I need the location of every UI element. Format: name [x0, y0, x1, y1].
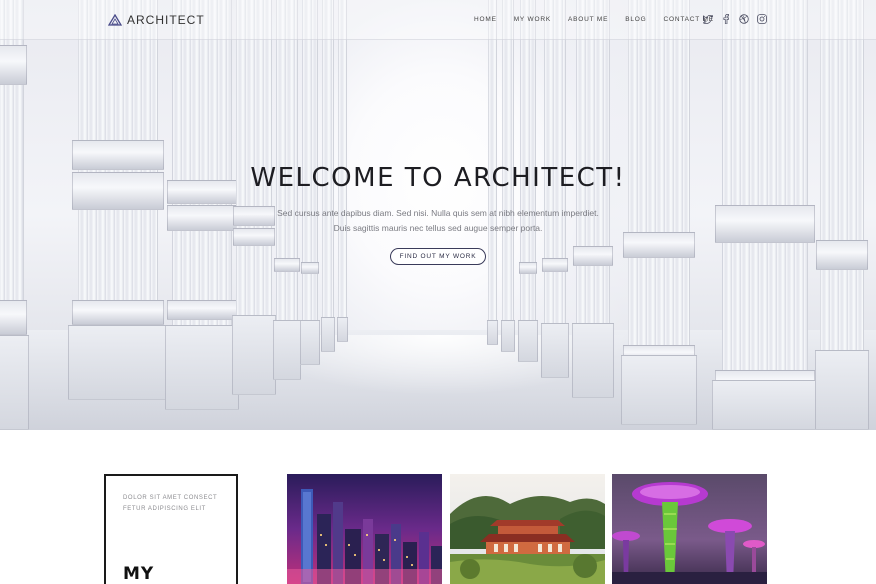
nav-item-blog[interactable]: BLOG [625, 16, 646, 23]
top-nav: ARCHITECT HOME MY WORK ABOUT ME BLOG CON… [0, 0, 876, 40]
temple-garden-photo[interactable] [450, 474, 605, 584]
find-out-my-work-button[interactable]: FIND OUT MY WORK [390, 248, 486, 265]
nav-item-home[interactable]: HOME [474, 16, 497, 23]
main-menu: HOME MY WORK ABOUT ME BLOG CONTACT ME [474, 16, 731, 23]
intro-small-text: DOLOR SIT AMET CONSECT FETUR ADIPISCING … [123, 495, 218, 512]
nav-item-about-me[interactable]: ABOUT ME [568, 16, 608, 23]
intro-box: DOLOR SIT AMET CONSECT FETUR ADIPISCING … [104, 474, 238, 584]
twitter-icon[interactable] [703, 14, 713, 24]
hero-subtitle: Sed cursus ante dapibus diam. Sed nisi. … [0, 206, 876, 236]
logo-text: ARCHITECT [127, 13, 205, 27]
facebook-icon[interactable] [721, 14, 731, 24]
dribbble-icon[interactable] [739, 14, 749, 24]
nav-item-my-work[interactable]: MY WORK [514, 16, 551, 23]
hero-section: ARCHITECT HOME MY WORK ABOUT ME BLOG CON… [0, 0, 876, 430]
instagram-icon[interactable] [757, 14, 767, 24]
site-logo[interactable]: ARCHITECT [108, 13, 205, 27]
social-links [703, 14, 767, 24]
hero-column [164, 0, 240, 410]
hero-subtitle-line: Sed cursus ante dapibus diam. Sed nisi. … [277, 208, 599, 218]
hero-column [68, 0, 168, 400]
supertree-grove-photo[interactable] [612, 474, 767, 584]
triangle-logo-icon [108, 14, 122, 26]
hero-column [231, 0, 277, 395]
hero-subtitle-line: Duis sagittis mauris nec tellus sed augu… [333, 223, 543, 233]
city-skyline-night-photo[interactable] [287, 474, 442, 584]
intro-heading: MY [123, 564, 155, 584]
hero-title: WELCOME TO ARCHITECT! [250, 163, 626, 193]
hero-column [571, 0, 615, 398]
